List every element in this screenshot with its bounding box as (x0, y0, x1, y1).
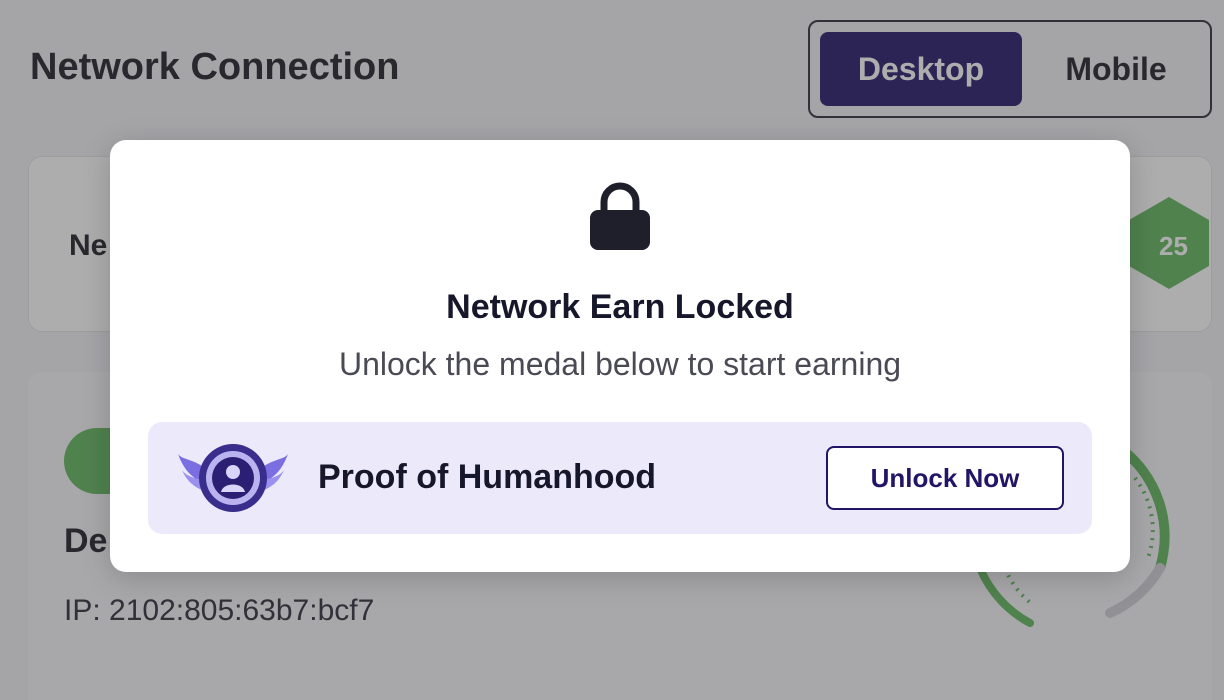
medal-row: Proof of Humanhood Unlock Now (148, 422, 1092, 534)
lock-icon (590, 182, 650, 250)
modal-title: Network Earn Locked (446, 288, 794, 326)
winged-medal-icon (178, 444, 288, 512)
locked-modal: Network Earn Locked Unlock the medal bel… (110, 140, 1130, 572)
unlock-now-button[interactable]: Unlock Now (826, 446, 1064, 510)
medal-name: Proof of Humanhood (318, 458, 657, 496)
modal-subtitle: Unlock the medal below to start earning (338, 346, 902, 382)
